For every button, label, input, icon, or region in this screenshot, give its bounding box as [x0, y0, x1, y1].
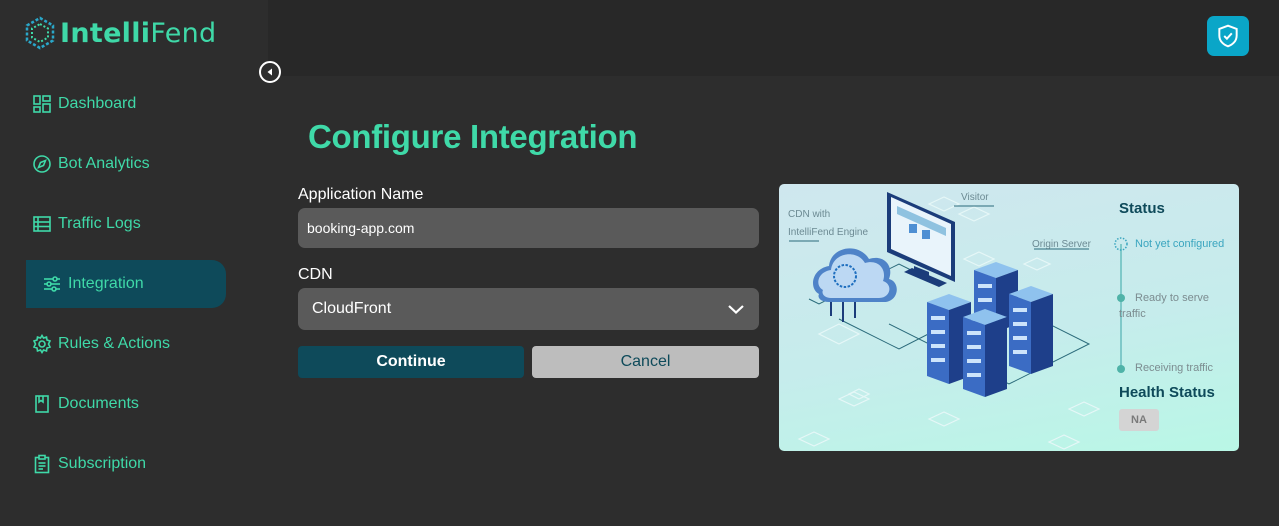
status-title: Status — [1119, 200, 1165, 217]
health-status-badge: NA — [1119, 409, 1159, 431]
health-status-title: Health Status — [1119, 384, 1215, 401]
dashboard-icon — [33, 95, 51, 113]
chevron-down-icon — [728, 305, 744, 315]
sidebar-item-rules-actions[interactable]: Rules & Actions — [26, 320, 226, 368]
sidebar-collapse-button[interactable] — [259, 61, 281, 83]
table-icon — [33, 216, 51, 232]
application-name-value: booking-app.com — [307, 220, 415, 236]
cdn-label: CDN — [298, 266, 333, 283]
visitor-label: Visitor — [961, 192, 989, 203]
sidebar-item-label: Documents — [58, 395, 139, 412]
top-header — [268, 0, 1279, 76]
cdn-selected-value: CloudFront — [312, 300, 392, 317]
sidebar-item-label: Dashboard — [58, 95, 137, 112]
status-step-receiving: Receiving traffic — [1135, 362, 1214, 374]
cancel-button[interactable]: Cancel — [532, 346, 759, 378]
hexagon-logo-icon — [25, 16, 55, 50]
sidebar-item-traffic-logs[interactable]: Traffic Logs — [26, 200, 226, 248]
book-icon — [35, 395, 49, 413]
sidebar-item-subscription[interactable]: Subscription — [26, 440, 226, 488]
sidebar-item-label: Integration — [68, 275, 144, 292]
sidebar-item-label: Rules & Actions — [58, 335, 171, 352]
application-name-input[interactable]: booking-app.com — [298, 208, 759, 248]
application-name-label: Application Name — [298, 186, 424, 203]
sidebar-item-label: Bot Analytics — [58, 155, 150, 172]
continue-button[interactable]: Continue — [298, 346, 524, 378]
cdn-engine-label-line2: IntelliFend Engine — [788, 227, 869, 238]
sidebar: IntelliFend Dashboard Bot Analytics Traf… — [0, 0, 268, 526]
status-step-ready-cont: traffic — [1119, 308, 1146, 320]
brand-logo[interactable]: IntelliFend — [24, 14, 216, 52]
cdn-select[interactable]: CloudFront — [298, 288, 759, 330]
compass-icon — [33, 155, 51, 173]
cdn-engine-label-line1: CDN with — [788, 209, 831, 220]
status-step-ready: Ready to serve — [1135, 292, 1209, 304]
integration-status-card: CDN with IntelliFend Engine Visitor Orig… — [779, 184, 1239, 451]
caret-left-icon — [267, 68, 272, 76]
shield-check-icon — [1218, 24, 1238, 48]
origin-server-label: Origin Server — [1032, 239, 1091, 250]
network-illustration — [789, 192, 1128, 450]
sidebar-item-documents[interactable]: Documents — [26, 380, 226, 428]
brand-name: IntelliFend — [60, 17, 217, 49]
sidebar-item-integration[interactable]: Integration — [26, 260, 226, 308]
sidebar-item-label: Subscription — [58, 455, 147, 472]
sidebar-item-dashboard[interactable]: Dashboard — [26, 80, 226, 128]
page-title: Configure Integration — [308, 118, 638, 155]
clipboard-icon — [34, 454, 50, 474]
status-step-not-configured: Not yet configured — [1135, 238, 1225, 250]
sidebar-nav: Dashboard Bot Analytics Traffic Logs Int… — [26, 80, 226, 500]
sidebar-item-bot-analytics[interactable]: Bot Analytics — [26, 140, 226, 188]
sliders-icon — [44, 276, 60, 292]
sidebar-item-label: Traffic Logs — [58, 215, 141, 232]
security-status-button[interactable] — [1207, 16, 1249, 56]
gear-icon — [32, 334, 52, 354]
